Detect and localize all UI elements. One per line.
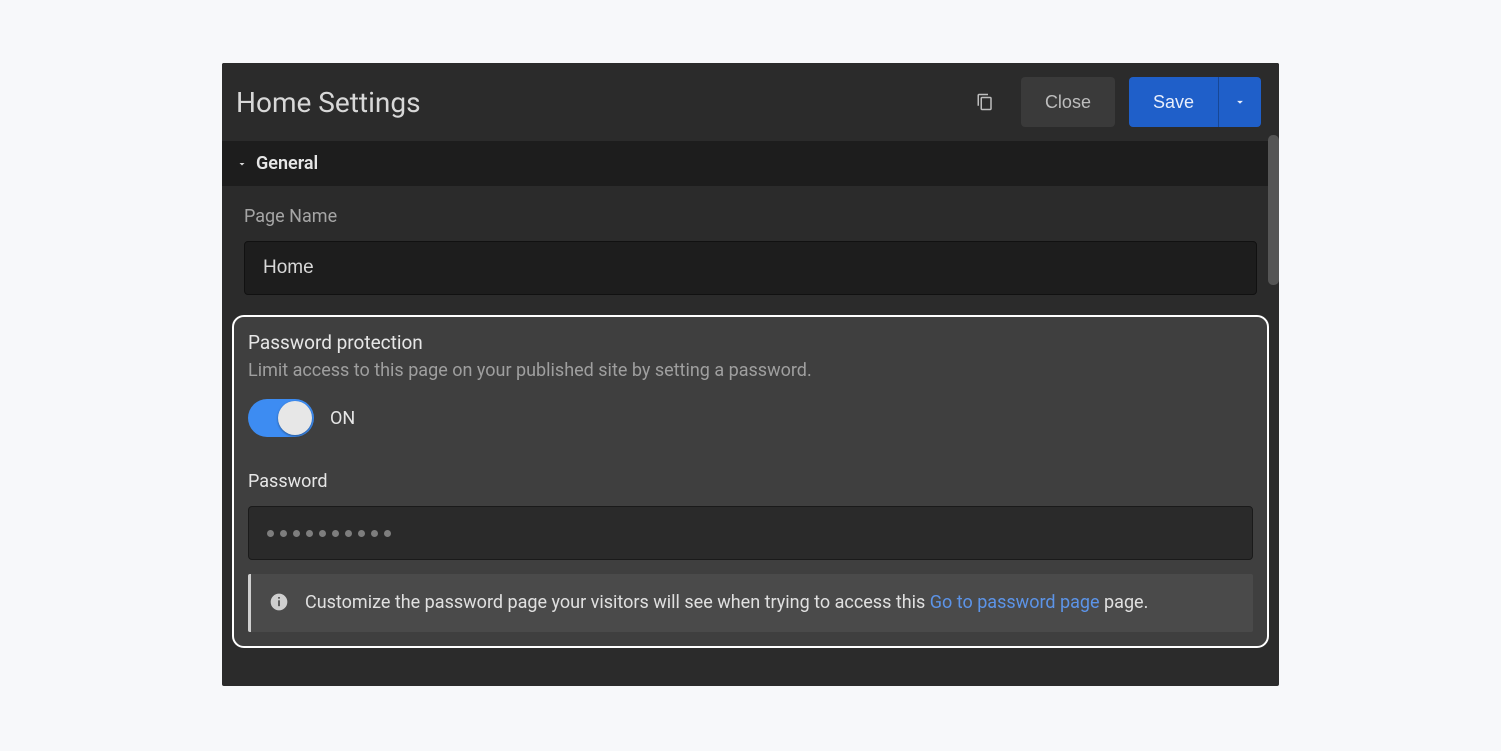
- info-box: Customize the password page your visitor…: [248, 574, 1253, 632]
- info-icon: [269, 592, 289, 612]
- password-dot: [267, 530, 274, 537]
- go-to-password-page-link[interactable]: Go to password page: [930, 592, 1100, 613]
- password-field-label: Password: [248, 471, 1253, 492]
- close-button[interactable]: Close: [1021, 77, 1115, 127]
- password-mask-dots: [267, 530, 391, 537]
- scrollbar-thumb[interactable]: [1268, 135, 1279, 285]
- password-dot: [358, 530, 365, 537]
- save-button[interactable]: Save: [1129, 77, 1219, 127]
- settings-panel: Home Settings Close Save General Page Na…: [222, 63, 1279, 686]
- password-dot: [384, 530, 391, 537]
- password-dot: [345, 530, 352, 537]
- section-header-general[interactable]: General: [222, 141, 1279, 186]
- password-protection-description: Limit access to this page on your publis…: [248, 360, 1253, 381]
- password-input[interactable]: [248, 506, 1253, 560]
- chevron-down-icon: [1233, 95, 1247, 109]
- section-header-label: General: [256, 153, 318, 174]
- info-text-tail: page.: [1100, 592, 1149, 613]
- copy-icon[interactable]: [975, 92, 995, 112]
- page-name-label: Page Name: [244, 206, 1257, 227]
- password-dot: [280, 530, 287, 537]
- password-protection-section: Password protection Limit access to this…: [232, 315, 1269, 648]
- section-body-general: Page Name: [222, 186, 1279, 305]
- password-dot: [306, 530, 313, 537]
- password-protection-toggle-row: ON: [248, 399, 1253, 437]
- page-name-input[interactable]: [244, 241, 1257, 295]
- save-button-group: Save: [1129, 77, 1261, 127]
- save-dropdown-button[interactable]: [1219, 77, 1261, 127]
- panel-header: Home Settings Close Save: [222, 63, 1279, 141]
- toggle-state-label: ON: [330, 408, 355, 429]
- password-dot: [319, 530, 326, 537]
- collapse-triangle-icon: [236, 158, 248, 170]
- panel-title: Home Settings: [236, 86, 975, 119]
- password-protection-toggle[interactable]: [248, 399, 314, 437]
- password-dot: [293, 530, 300, 537]
- info-text-content: Customize the password page your visitor…: [305, 592, 930, 613]
- toggle-knob: [278, 401, 312, 435]
- info-text: Customize the password page your visitor…: [305, 590, 1235, 616]
- password-dot: [332, 530, 339, 537]
- password-protection-title: Password protection: [248, 331, 1253, 354]
- password-dot: [371, 530, 378, 537]
